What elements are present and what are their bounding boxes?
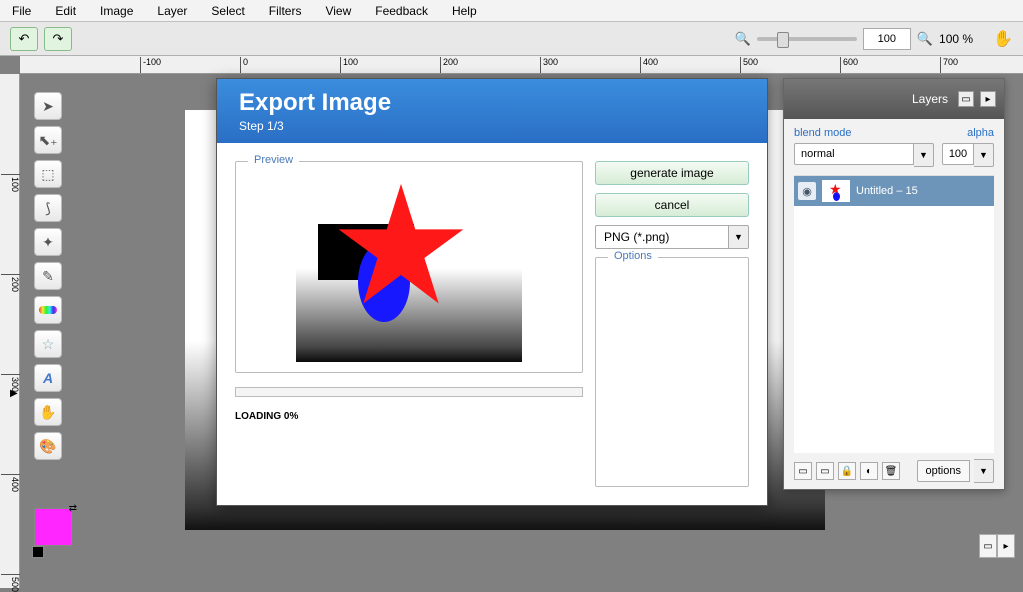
- layer-visibility-icon[interactable]: ◉: [798, 182, 816, 200]
- generate-image-button[interactable]: generate image: [595, 161, 749, 185]
- cancel-button[interactable]: cancel: [595, 193, 749, 217]
- layers-panel-footer: ▭ ▭ 🔒 ◐ 🗑 options ▼: [784, 453, 1004, 489]
- background-color-swatch[interactable]: [32, 546, 44, 558]
- shape-tool[interactable]: ☆: [34, 330, 62, 358]
- format-select-dropdown-icon[interactable]: ▼: [729, 225, 749, 249]
- top-toolbar: ↶ ↷ 🔍 🔍 100 % ✋: [0, 22, 1023, 56]
- undo-button[interactable]: ↶: [10, 27, 38, 51]
- navigator-expand-icon[interactable]: ▸: [997, 534, 1015, 558]
- zoom-out-icon[interactable]: 🔍: [735, 31, 751, 47]
- menu-bar: File Edit Image Layer Select Filters Vie…: [0, 0, 1023, 22]
- ruler-horizontal: -100 0 100 200 300 400 500 600 700: [20, 56, 1023, 74]
- zoom-percent-label: 100 %: [939, 32, 973, 46]
- blend-mode-label: blend mode: [794, 127, 852, 139]
- wand-tool[interactable]: ✦: [34, 228, 62, 256]
- delete-layer-icon[interactable]: 🗑: [882, 462, 900, 480]
- layer-name: Untitled – 15: [856, 185, 918, 197]
- alpha-label: alpha: [967, 127, 994, 139]
- format-select[interactable]: PNG (*.png) ▼: [595, 225, 749, 249]
- pointer-tool[interactable]: ⬉₊: [34, 126, 62, 154]
- blend-mode-select[interactable]: normal ▼: [794, 143, 934, 167]
- menu-feedback[interactable]: Feedback: [363, 1, 440, 21]
- ruler-vertical: 100 200 300 ▶ 400 500: [0, 74, 20, 588]
- color-picker-tool[interactable]: 🎨: [34, 432, 62, 460]
- panel-collapse-icon[interactable]: ▭: [958, 91, 974, 107]
- layer-options-dropdown-icon[interactable]: ▼: [974, 459, 994, 483]
- menu-image[interactable]: Image: [88, 1, 145, 21]
- menu-help[interactable]: Help: [440, 1, 489, 21]
- preview-legend: Preview: [248, 154, 299, 166]
- options-legend: Options: [608, 250, 658, 262]
- menu-layer[interactable]: Layer: [145, 1, 199, 21]
- dialog-step-label: Step 1/3: [239, 119, 745, 133]
- new-layer-icon[interactable]: ▭: [794, 462, 812, 480]
- options-fieldset: Options: [595, 257, 749, 487]
- preview-image: [296, 182, 522, 362]
- dialog-title: Export Image: [239, 89, 745, 117]
- zoom-slider[interactable]: [757, 37, 857, 41]
- alpha-dropdown-icon[interactable]: ▼: [974, 143, 994, 167]
- layers-panel-title: Layers: [912, 92, 948, 106]
- progress-bar: [235, 387, 583, 397]
- alpha-input[interactable]: [942, 143, 974, 165]
- lock-layer-icon[interactable]: 🔒: [838, 462, 856, 480]
- pencil-tool[interactable]: ✎: [34, 262, 62, 290]
- blend-mode-value: normal: [794, 143, 914, 165]
- format-select-value: PNG (*.png): [595, 225, 729, 249]
- tool-palette: ➤ ⬉₊ ⬚ ⟆ ✦ ✎ ☆ A ✋ 🎨: [34, 92, 64, 460]
- navigator-page-icon[interactable]: ▭: [979, 534, 997, 558]
- layers-panel: Layers ▭ ▸ blend mode alpha normal ▼ ▼ ◉…: [783, 78, 1005, 490]
- dialog-header: Export Image Step 1/3: [217, 79, 767, 143]
- panel-menu-icon[interactable]: ▸: [980, 91, 996, 107]
- move-tool[interactable]: ➤: [34, 92, 62, 120]
- menu-view[interactable]: View: [313, 1, 363, 21]
- blend-mode-dropdown-icon[interactable]: ▼: [914, 143, 934, 167]
- duplicate-layer-icon[interactable]: ▭: [816, 462, 834, 480]
- menu-file[interactable]: File: [0, 1, 43, 21]
- loading-text: LOADING 0%: [235, 411, 583, 422]
- marquee-tool[interactable]: ⬚: [34, 160, 62, 188]
- zoom-in-icon[interactable]: 🔍: [917, 31, 933, 47]
- menu-select[interactable]: Select: [199, 1, 256, 21]
- lasso-tool[interactable]: ⟆: [34, 194, 62, 222]
- foreground-color-swatch[interactable]: ⇄: [34, 508, 72, 546]
- swap-colors-icon[interactable]: ⇄: [69, 503, 77, 514]
- layer-thumbnail: ★: [822, 180, 850, 202]
- hand-tool-icon[interactable]: ✋: [993, 29, 1013, 49]
- canvas-navigator: ▭ ▸: [979, 534, 1015, 558]
- alpha-input-group[interactable]: ▼: [942, 143, 994, 167]
- layer-fx-icon[interactable]: ◐: [860, 462, 878, 480]
- hand-tool[interactable]: ✋: [34, 398, 62, 426]
- export-dialog: Export Image Step 1/3 Preview LOADING 0%…: [216, 78, 768, 506]
- layer-list: ◉ ★ Untitled – 15: [794, 175, 994, 453]
- preview-red-star: [336, 180, 466, 310]
- text-tool[interactable]: A: [34, 364, 62, 392]
- redo-button[interactable]: ↷: [44, 27, 72, 51]
- layer-row[interactable]: ◉ ★ Untitled – 15: [794, 176, 994, 206]
- menu-filters[interactable]: Filters: [257, 1, 314, 21]
- gradient-tool[interactable]: [34, 296, 62, 324]
- color-swatches: ⇄: [34, 508, 72, 546]
- preview-fieldset: Preview: [235, 161, 583, 373]
- layers-panel-header[interactable]: Layers ▭ ▸: [784, 79, 1004, 119]
- layer-options-button[interactable]: options: [917, 460, 970, 482]
- zoom-input[interactable]: [863, 28, 911, 50]
- menu-edit[interactable]: Edit: [43, 1, 88, 21]
